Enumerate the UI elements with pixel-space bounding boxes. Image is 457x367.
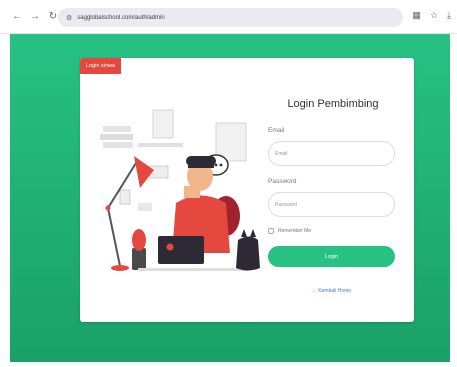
- note-card: [119, 189, 131, 205]
- lamp-shade: [134, 156, 154, 188]
- site-settings-icon[interactable]: ⚙: [66, 14, 72, 22]
- desk: [138, 268, 248, 271]
- cat-ear: [250, 229, 256, 237]
- note-card: [138, 203, 152, 211]
- remember-label: Remember Me: [278, 228, 312, 234]
- forward-arrow-icon[interactable]: →: [28, 10, 42, 24]
- cat-ear: [241, 229, 247, 237]
- book-stack: [100, 134, 133, 140]
- bubble-dot: [214, 163, 218, 167]
- picture-frame: [152, 109, 174, 139]
- lamp-arm: [107, 207, 121, 267]
- extension-icon[interactable]: ▦: [412, 10, 421, 21]
- lamp-joint: [105, 205, 111, 211]
- cat: [236, 236, 260, 271]
- desk-illustration: [100, 109, 260, 271]
- email-label: Email: [268, 127, 285, 134]
- remember-me[interactable]: Remember Me: [268, 228, 311, 234]
- cactus: [132, 229, 146, 251]
- shelf: [138, 143, 183, 147]
- password-field[interactable]: [268, 192, 395, 217]
- laptop: [158, 236, 204, 264]
- email-field[interactable]: [268, 141, 395, 166]
- back-home-link[interactable]: ← Kembali Home: [268, 288, 395, 294]
- lamp-base: [111, 265, 129, 271]
- back-arrow-icon[interactable]: ←: [10, 10, 24, 24]
- remember-checkbox[interactable]: [268, 228, 274, 234]
- login-card: Login sinwa Login Pembimbing Email Email…: [80, 58, 414, 322]
- hair: [188, 160, 214, 168]
- browser-toolbar: ← → ↻ ⚙ sagglobalschool.com/auth/admin ▦…: [0, 0, 457, 34]
- laptop-sticker: [166, 243, 174, 251]
- login-button[interactable]: Login: [268, 246, 395, 267]
- neck: [184, 186, 200, 198]
- download-icon[interactable]: ⤓: [447, 10, 451, 21]
- login-badge[interactable]: Login sinwa: [80, 58, 122, 74]
- plant-pot: [132, 248, 146, 270]
- form-title: Login Pembimbing: [287, 98, 379, 110]
- url-text[interactable]: sagglobalschool.com/auth/admin: [77, 15, 164, 21]
- bookmark-star-icon[interactable]: ☆: [430, 10, 438, 21]
- toolbar-actions: ▦ ☆ ⤓: [412, 10, 451, 21]
- bubble-dot: [219, 163, 223, 167]
- address-bar[interactable]: ⚙ sagglobalschool.com/auth/admin: [58, 8, 403, 27]
- book-stack: [103, 142, 133, 148]
- password-label: Password: [268, 178, 297, 185]
- note-card: [149, 165, 169, 179]
- book-stack: [103, 126, 131, 132]
